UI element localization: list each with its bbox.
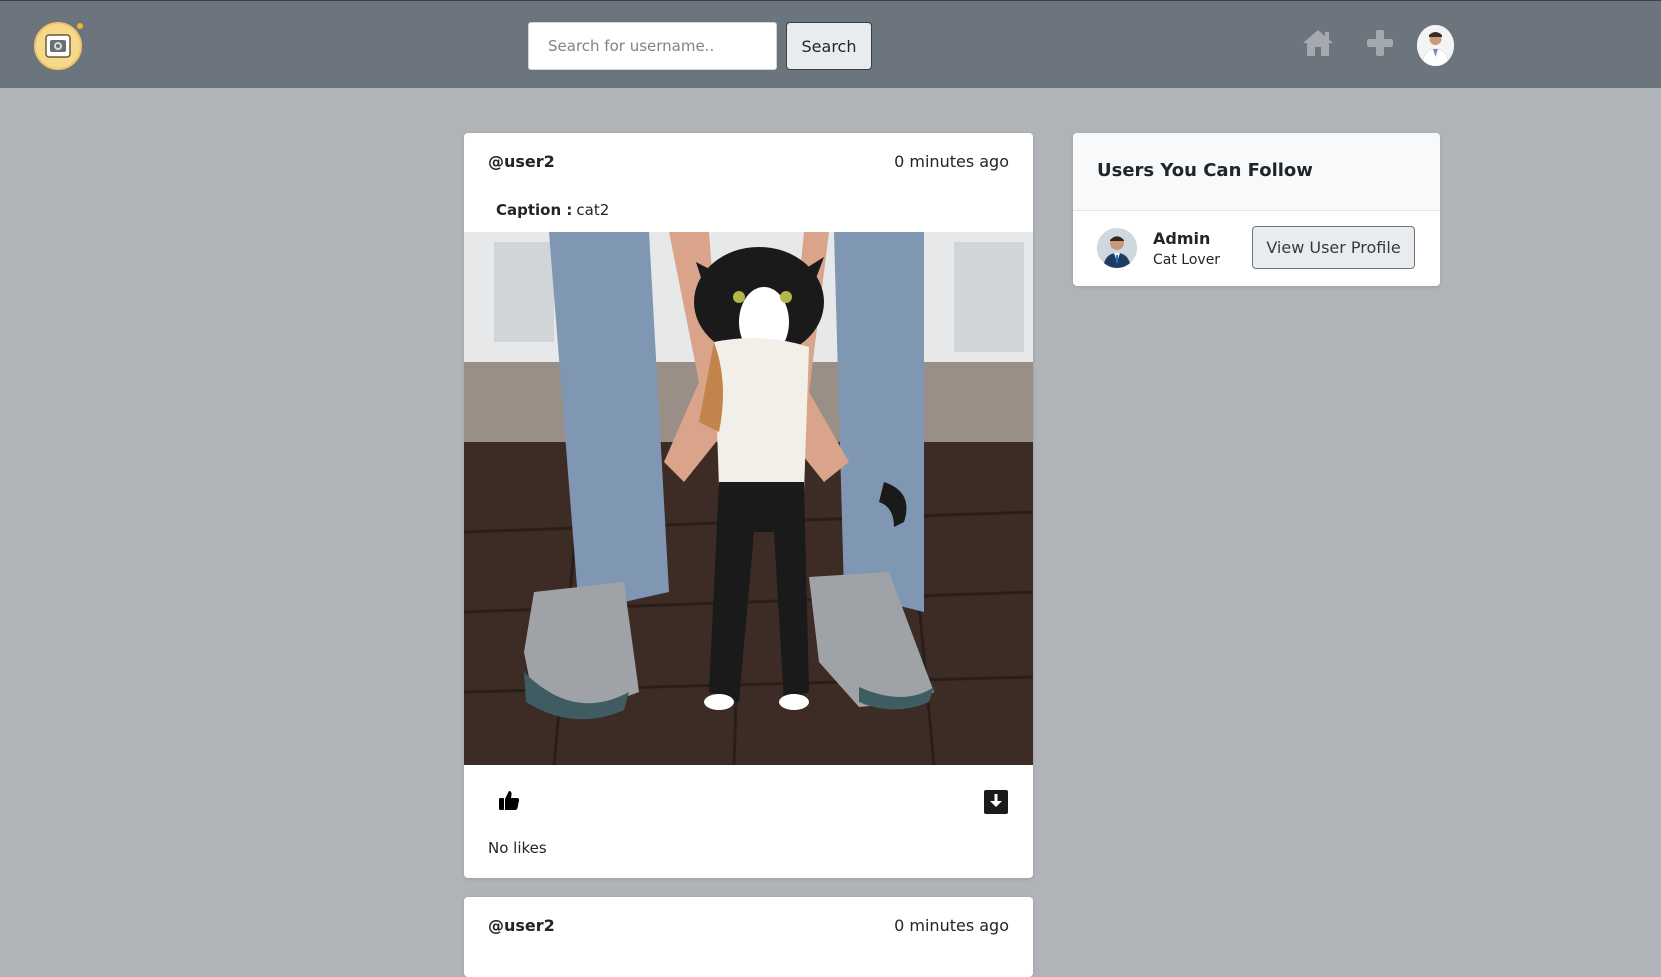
suggested-user-name: Admin — [1153, 229, 1211, 248]
suggested-user-bio: Cat Lover — [1153, 252, 1221, 268]
follow-card-title: Users You Can Follow — [1073, 133, 1440, 211]
download-icon[interactable] — [983, 789, 1009, 815]
post-card: @user2 0 minutes ago — [464, 897, 1033, 977]
caption-text: cat2 — [576, 201, 610, 219]
post-username[interactable]: @user2 — [488, 152, 555, 171]
thumbs-up-icon[interactable] — [498, 789, 520, 811]
search-input[interactable] — [528, 22, 777, 70]
calico-cat-photo[interactable] — [464, 232, 1033, 765]
plus-icon[interactable] — [1365, 27, 1395, 59]
post-card: @user2 0 minutes ago Caption : cat2 No l… — [464, 133, 1033, 878]
search-button[interactable]: Search — [786, 22, 872, 70]
post-caption: Caption : cat2 — [496, 201, 609, 219]
post-username[interactable]: @user2 — [488, 916, 555, 935]
camera-logo-icon[interactable] — [34, 22, 83, 70]
likes-count: No likes — [488, 839, 547, 857]
avatar[interactable] — [1097, 228, 1137, 268]
caption-label: Caption : — [496, 201, 573, 219]
top-navbar: Search — [0, 0, 1661, 88]
camera-icon — [45, 34, 71, 58]
home-icon[interactable] — [1301, 27, 1335, 59]
post-timestamp: 0 minutes ago — [894, 916, 1009, 935]
view-user-profile-button[interactable]: View User Profile — [1252, 226, 1415, 269]
user-avatar[interactable] — [1417, 25, 1454, 66]
post-timestamp: 0 minutes ago — [894, 152, 1009, 171]
users-to-follow-card: Users You Can Follow Admin Cat Lover Vie… — [1073, 133, 1440, 286]
